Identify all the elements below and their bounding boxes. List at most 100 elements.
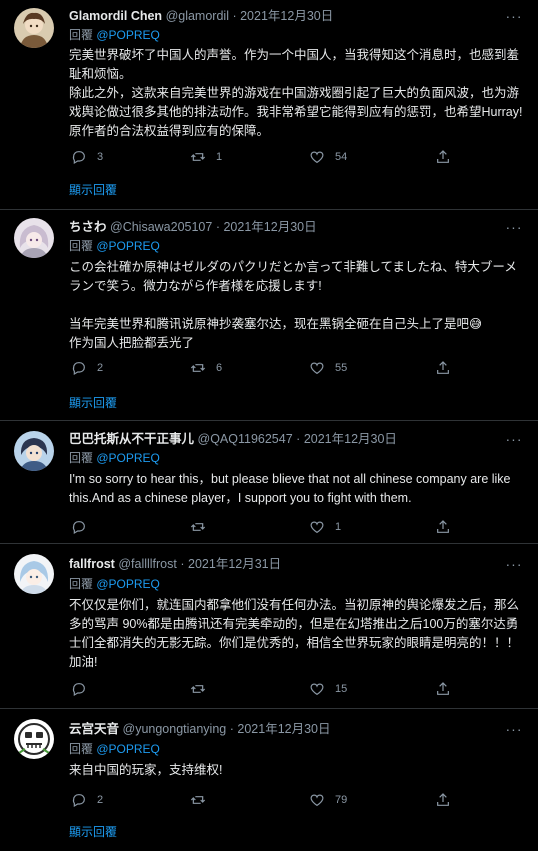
display-name[interactable]: Glamordil Chen xyxy=(69,9,162,23)
share-button[interactable] xyxy=(435,790,451,810)
reply-count: 3 xyxy=(97,151,104,163)
retweet-button[interactable]: 6 xyxy=(190,358,222,378)
like-button[interactable]: 54 xyxy=(309,147,347,167)
user-handle[interactable]: @yungongtianying xyxy=(123,722,227,736)
like-button[interactable]: 55 xyxy=(309,358,347,378)
more-options-icon[interactable]: ··· xyxy=(504,9,524,26)
tweet-actions: 3 1 54 xyxy=(69,147,469,167)
tweet-header: ちさわ @Chisawa205107 · 2021年12月30日 xyxy=(69,219,317,235)
share-icon xyxy=(437,682,449,695)
display-name[interactable]: fallfrost xyxy=(69,557,115,571)
tweet-date[interactable]: 2021年12月30日 xyxy=(304,432,397,446)
retweet-button[interactable] xyxy=(190,517,216,537)
tweet-header: 巴巴托斯从不干正事儿 @QAQ11962547 · 2021年12月30日 xyxy=(69,431,397,447)
more-options-icon[interactable]: ··· xyxy=(504,557,524,574)
reply-count: 2 xyxy=(97,362,104,374)
display-name[interactable]: ちさわ xyxy=(69,220,107,234)
reply-button[interactable]: 3 xyxy=(71,147,103,167)
separator-dot: · xyxy=(215,220,220,234)
replying-prefix: 回覆 xyxy=(69,28,97,42)
tweet-2[interactable]: ちさわ @Chisawa205107 · 2021年12月30日 ··· 回覆 … xyxy=(0,210,538,421)
show-replies-link[interactable]: 顯示回覆 xyxy=(69,395,117,411)
tweet-date[interactable]: 2021年12月30日 xyxy=(237,722,330,736)
retweet-icon xyxy=(190,364,206,372)
tweet-text: 来自中国的玩家，支持维权! xyxy=(69,763,223,777)
retweet-button[interactable]: 1 xyxy=(190,147,222,167)
tweet-date[interactable]: 2021年12月30日 xyxy=(240,9,333,23)
user-handle[interactable]: @fallllfrost xyxy=(118,557,177,571)
share-icon xyxy=(437,150,449,163)
mention-link[interactable]: @POPREQ xyxy=(96,451,160,465)
reply-count: 2 xyxy=(97,794,104,806)
user-handle[interactable]: @Chisawa205107 xyxy=(110,220,212,234)
show-replies-link[interactable]: 顯示回覆 xyxy=(69,182,117,198)
replying-to: 回覆 @POPREQ xyxy=(69,238,160,254)
mention-link[interactable]: @POPREQ xyxy=(96,577,160,591)
avatar[interactable] xyxy=(14,554,54,594)
reply-button[interactable]: 2 xyxy=(71,790,103,810)
heart-icon xyxy=(310,521,324,534)
display-name[interactable]: 巴巴托斯从不干正事儿 xyxy=(69,432,194,446)
avatar[interactable] xyxy=(14,218,54,258)
mention-link[interactable]: @POPREQ xyxy=(96,28,160,42)
retweet-icon xyxy=(190,153,206,161)
user-handle[interactable]: @QAQ11962547 xyxy=(198,432,293,446)
heart-icon xyxy=(310,151,324,164)
more-options-icon[interactable]: ··· xyxy=(504,220,524,237)
separator-dot: · xyxy=(296,432,301,446)
display-name[interactable]: 云宫天音 xyxy=(69,722,119,736)
avatar[interactable] xyxy=(14,431,54,471)
separator-dot: · xyxy=(229,722,234,736)
tweet-text: 不仅仅是你们，就连国内都拿他们没有任何办法。当初原神的舆论爆发之后，那么多的骂声… xyxy=(69,598,520,669)
tweet-4[interactable]: fallfrost @fallllfrost · 2021年12月31日 ···… xyxy=(0,544,538,709)
tweet-actions: 2 79 xyxy=(69,790,469,810)
replying-to: 回覆 @POPREQ xyxy=(69,741,160,757)
reply-button[interactable] xyxy=(71,517,97,537)
like-button[interactable]: 79 xyxy=(309,790,347,810)
user-handle[interactable]: @glamordil xyxy=(166,9,229,23)
retweet-icon xyxy=(190,685,206,693)
retweet-icon xyxy=(190,796,206,804)
like-count: 1 xyxy=(335,521,342,533)
share-button[interactable] xyxy=(435,147,451,167)
reply-icon xyxy=(72,151,85,165)
tweet-actions: 2 6 55 xyxy=(69,358,469,378)
tweet-text: この会社確か原神はゼルダのパクリだとか言って非難してましたね、特大ブーメランで笑… xyxy=(69,260,517,350)
tweet-header: 云宫天音 @yungongtianying · 2021年12月30日 xyxy=(69,721,331,737)
avatar[interactable] xyxy=(14,719,54,759)
reply-button[interactable]: 2 xyxy=(71,358,103,378)
show-replies-link[interactable]: 顯示回覆 xyxy=(69,824,117,840)
like-count: 54 xyxy=(335,151,348,163)
separator-dot: · xyxy=(180,557,185,571)
replying-to: 回覆 @POPREQ xyxy=(69,27,160,43)
replying-prefix: 回覆 xyxy=(69,239,97,253)
tweet-3[interactable]: 巴巴托斯从不干正事儿 @QAQ11962547 · 2021年12月30日 ··… xyxy=(0,421,538,544)
retweet-button[interactable] xyxy=(190,679,216,699)
heart-icon xyxy=(310,794,324,807)
retweet-button[interactable] xyxy=(190,790,216,810)
tweet-date[interactable]: 2021年12月30日 xyxy=(223,220,316,234)
tweet-1[interactable]: Glamordil Chen @glamordil · 2021年12月30日 … xyxy=(0,0,538,210)
more-options-icon[interactable]: ··· xyxy=(504,722,524,739)
like-button[interactable]: 15 xyxy=(309,679,347,699)
share-button[interactable] xyxy=(435,358,451,378)
share-button[interactable] xyxy=(435,679,451,699)
mention-link[interactable]: @POPREQ xyxy=(96,239,160,253)
reply-button[interactable] xyxy=(71,679,97,699)
share-icon xyxy=(437,520,449,533)
reply-icon xyxy=(72,362,85,376)
tweet-header: Glamordil Chen @glamordil · 2021年12月30日 xyxy=(69,8,333,24)
replying-to: 回覆 @POPREQ xyxy=(69,576,160,592)
retweet-count: 6 xyxy=(216,362,223,374)
tweet-5[interactable]: 云宫天音 @yungongtianying · 2021年12月30日 ··· … xyxy=(0,709,538,851)
avatar[interactable] xyxy=(14,8,54,48)
tweet-header: fallfrost @fallllfrost · 2021年12月31日 xyxy=(69,556,281,572)
retweet-icon xyxy=(190,523,206,531)
tweet-actions: 15 xyxy=(69,679,469,699)
more-options-icon[interactable]: ··· xyxy=(504,432,524,449)
like-button[interactable]: 1 xyxy=(309,517,341,537)
share-button[interactable] xyxy=(435,517,451,537)
mention-link[interactable]: @POPREQ xyxy=(96,742,160,756)
separator-dot: · xyxy=(232,9,237,23)
tweet-date[interactable]: 2021年12月31日 xyxy=(188,557,281,571)
